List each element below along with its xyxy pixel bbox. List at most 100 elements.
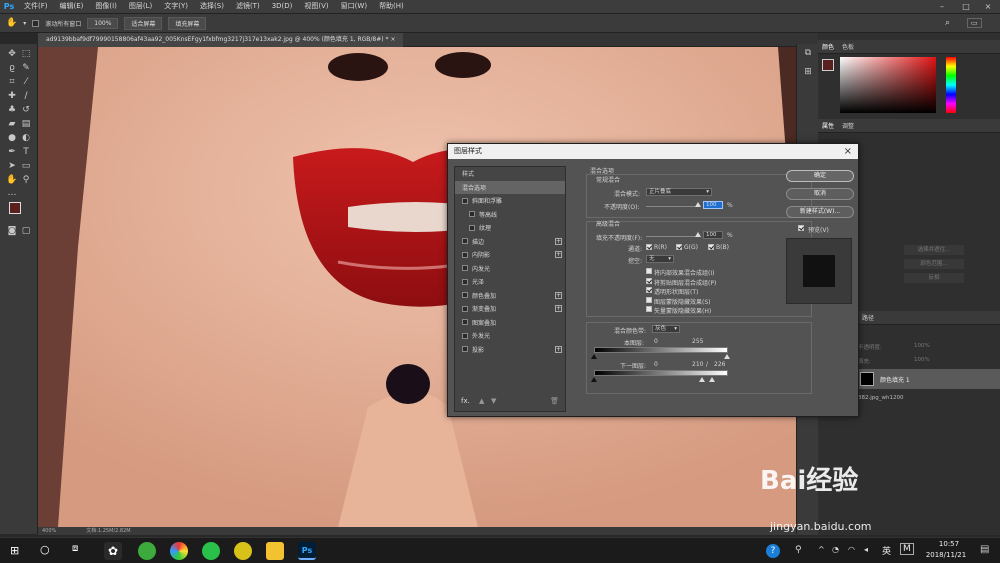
new-style-button[interactable]: 新建样式(W)...	[786, 206, 854, 218]
menu-item-5[interactable]: 选择(S)	[194, 0, 230, 13]
cancel-button[interactable]: 取消	[786, 188, 854, 200]
add-style-plus-icon[interactable]: +	[555, 305, 562, 313]
wifi-icon[interactable]: ◠	[848, 545, 855, 554]
network-icon[interactable]: ◔	[832, 545, 839, 554]
tab-color[interactable]: 颜色	[822, 42, 834, 51]
dodge-tool-icon[interactable]: ◐	[20, 132, 32, 144]
marquee-tool-icon[interactable]: ⬚	[20, 48, 32, 60]
rectangle-tool-icon[interactable]: ▭	[20, 160, 32, 172]
tab-adjustments[interactable]: 调整	[842, 121, 854, 130]
menu-item-2[interactable]: 图像(I)	[89, 0, 123, 13]
hand-icon[interactable]: ✋	[6, 174, 18, 186]
menu-item-6[interactable]: 滤镜(T)	[230, 0, 266, 13]
style-item-5[interactable]: 内阴影 +	[455, 248, 565, 262]
style-checkbox[interactable]	[462, 265, 468, 272]
hue-slider[interactable]	[946, 57, 956, 113]
menu-item-3[interactable]: 图层(L)	[123, 0, 158, 13]
file-explorer-icon[interactable]	[266, 542, 284, 560]
style-item-7[interactable]: 光泽	[455, 275, 565, 289]
color-fg-swatch[interactable]	[822, 59, 834, 71]
add-style-plus-icon[interactable]: +	[555, 291, 562, 299]
style-item-6[interactable]: 内发光	[455, 262, 565, 276]
ok-button[interactable]: 确定	[786, 170, 854, 182]
preview-checkbox[interactable]	[798, 225, 804, 231]
style-checkbox[interactable]	[462, 332, 468, 339]
style-item-11[interactable]: 外发光	[455, 329, 565, 343]
dialog-titlebar[interactable]: 图层样式 ×	[448, 144, 858, 159]
app-yellow-icon[interactable]	[234, 542, 252, 560]
fill-opacity-slider[interactable]	[646, 236, 700, 237]
add-style-plus-icon[interactable]: +	[555, 345, 562, 353]
type-tool-icon[interactable]: T	[20, 146, 32, 158]
quick-select-tool-icon[interactable]: ✎	[20, 62, 32, 74]
style-checkbox[interactable]	[462, 346, 468, 353]
style-checkbox[interactable]	[462, 197, 468, 204]
advanced-checkbox-2[interactable]	[646, 287, 652, 293]
workspace-icon[interactable]: ▭	[967, 18, 982, 28]
menu-item-4[interactable]: 文字(Y)	[158, 0, 194, 13]
blur-tool-icon[interactable]: ●	[6, 132, 18, 144]
tray-arrow-icon[interactable]: ^	[818, 545, 825, 554]
blend-if-select[interactable]: 灰色 ▾	[652, 325, 680, 333]
style-item-0[interactable]: 混合选项	[455, 180, 565, 194]
move-tool-icon[interactable]: ✥	[6, 48, 18, 60]
move-down-icon[interactable]: ▼	[491, 397, 496, 405]
screen-mode-icon[interactable]: ▢	[20, 225, 32, 237]
swatches-panel-icon[interactable]: ⊞	[802, 66, 814, 78]
notification-icon[interactable]: ▤	[980, 544, 989, 555]
style-checkbox[interactable]	[462, 238, 468, 245]
style-checkbox[interactable]	[462, 305, 468, 312]
search-circle-icon[interactable]: ○	[40, 543, 50, 556]
channel-r-checkbox[interactable]	[646, 244, 652, 250]
document-tab[interactable]: ad9139bbaf9df79990158806af43aa92_005KnsE…	[38, 33, 404, 47]
style-item-2[interactable]: 等高线	[455, 208, 565, 222]
healing-tool-icon[interactable]: ✚	[6, 90, 18, 102]
photoshop-taskbar-icon[interactable]: Ps	[298, 542, 316, 560]
menu-item-9[interactable]: 窗口(W)	[335, 0, 373, 13]
fill-opacity-input[interactable]: 100	[703, 231, 723, 239]
style-checkbox[interactable]	[462, 251, 468, 258]
channel-b-checkbox[interactable]	[708, 244, 714, 250]
task-view-icon[interactable]: ⧈	[72, 543, 78, 554]
search-icon[interactable]: ⌕	[945, 18, 950, 28]
history-brush-icon[interactable]: ↺	[20, 104, 32, 116]
style-checkbox[interactable]	[462, 278, 468, 285]
knockout-select[interactable]: 无 ▾	[646, 255, 674, 263]
advanced-checkbox-3[interactable]	[646, 296, 652, 303]
fill-screen-button[interactable]: 填充屏幕	[168, 16, 207, 30]
lasso-tool-icon[interactable]: ϱ	[6, 62, 18, 74]
style-item-1[interactable]: 斜面和浮雕	[455, 194, 565, 208]
style-item-10[interactable]: 图案叠加	[455, 316, 565, 330]
opacity-slider[interactable]	[646, 206, 700, 207]
menu-item-7[interactable]: 3D(D)	[266, 0, 299, 13]
style-item-4[interactable]: 描边 +	[455, 235, 565, 249]
ime-indicator[interactable]: 英	[882, 544, 891, 557]
eyedropper-tool-icon[interactable]: ⁄	[20, 76, 32, 88]
channel-g-checkbox[interactable]	[676, 244, 682, 250]
style-item-12[interactable]: 投影 +	[455, 343, 565, 357]
style-item-3[interactable]: 纹理	[455, 221, 565, 235]
help-icon[interactable]: ?	[766, 544, 780, 558]
opacity-slider-thumb[interactable]	[695, 202, 701, 207]
hand-tool-icon[interactable]: ✋	[6, 18, 17, 28]
style-checkbox[interactable]	[469, 224, 475, 231]
style-item-8[interactable]: 颜色叠加 +	[455, 289, 565, 303]
style-item-9[interactable]: 渐变叠加 +	[455, 302, 565, 316]
this-layer-white-thumb[interactable]	[724, 354, 730, 359]
clock-time[interactable]: 10:57	[928, 540, 970, 548]
stamp-tool-icon[interactable]: ♣	[6, 104, 18, 116]
people-icon[interactable]: ⚲	[795, 545, 802, 555]
opacity-input[interactable]: 100	[703, 201, 723, 209]
under-layer-white-thumb-left[interactable]	[699, 377, 705, 382]
menu-item-0[interactable]: 文件(F)	[18, 0, 54, 13]
clock-date[interactable]: 2018/11/21	[916, 551, 976, 559]
advanced-checkbox-1[interactable]	[646, 277, 652, 284]
tab-properties[interactable]: 属性	[822, 121, 834, 130]
dropdown-icon[interactable]: ▾	[23, 20, 26, 27]
add-style-plus-icon[interactable]: +	[555, 251, 562, 259]
add-style-plus-icon[interactable]: +	[555, 237, 562, 245]
menu-item-10[interactable]: 帮助(H)	[373, 0, 410, 13]
dialog-close-icon[interactable]: ×	[844, 144, 852, 159]
zoom-tool-icon[interactable]: ⚲	[20, 174, 32, 186]
foreground-color-swatch[interactable]	[9, 202, 21, 214]
